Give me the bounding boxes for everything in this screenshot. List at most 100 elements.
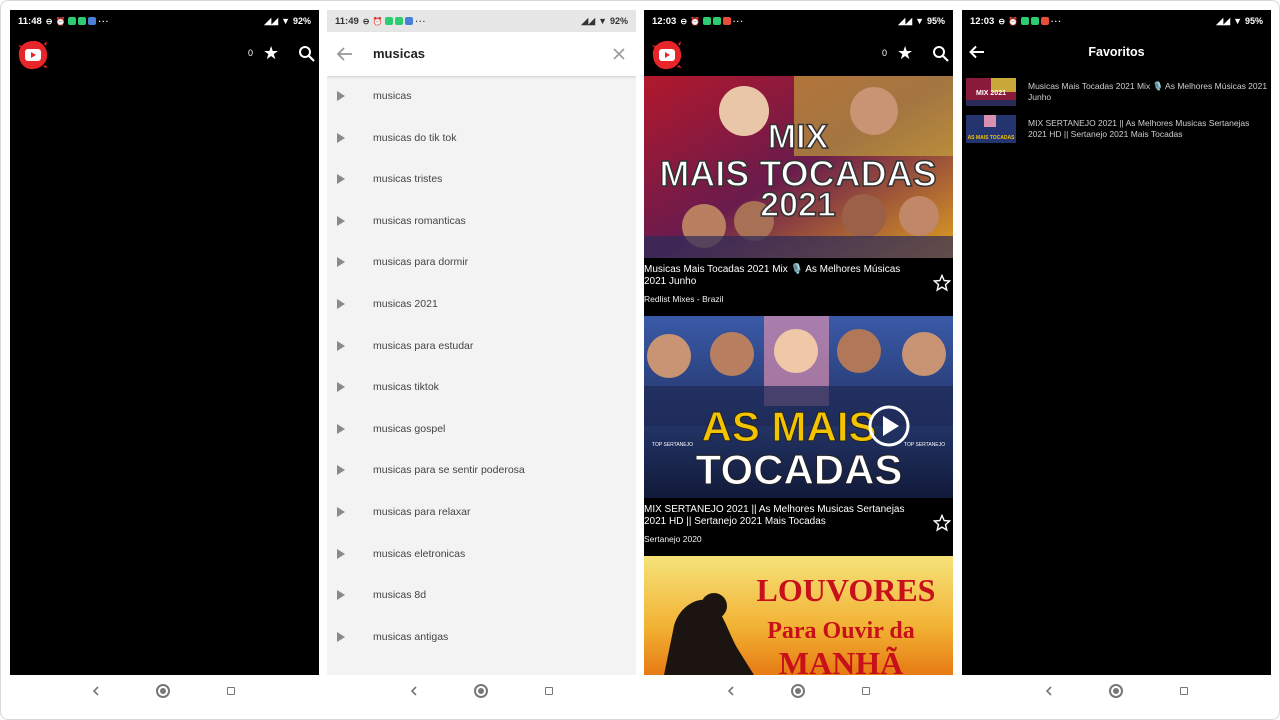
app-notification-icon bbox=[405, 17, 414, 25]
app-logo-icon[interactable] bbox=[16, 38, 50, 72]
suggestion-label: musicas 8d bbox=[373, 589, 427, 602]
video-card[interactable]: LOUVORES Para Ouvir da MANHÃ bbox=[644, 556, 953, 675]
phone-search-suggestions: 11:49 ⊖ ⏰ ··· ◢◢ ▼ 92% musicas musicas mu… bbox=[327, 10, 636, 675]
whatsapp-icon bbox=[68, 17, 77, 25]
more-icon: ··· bbox=[1050, 16, 1062, 26]
favorite-thumbnail[interactable]: AS MAIS TOCADAS bbox=[966, 115, 1016, 143]
system-nav-bar bbox=[644, 675, 953, 708]
suggestion-item[interactable]: musicas do tik tok bbox=[327, 118, 636, 160]
search-input[interactable]: musicas bbox=[373, 46, 425, 61]
thumb-text: AS MAIS TOCADAS bbox=[968, 135, 1016, 141]
suggestion-item[interactable]: musicas 2021 bbox=[327, 284, 636, 326]
thumb-side-text: TOP SERTANEJO bbox=[904, 442, 945, 448]
search-icon[interactable] bbox=[932, 45, 950, 63]
suggestion-item[interactable]: musicas para estudar bbox=[327, 326, 636, 368]
favorites-count: 0 bbox=[248, 48, 254, 58]
status-time: 11:48 bbox=[18, 15, 42, 27]
phone-app-icon bbox=[395, 17, 404, 25]
thumb-side-text: TOP SERTANEJO bbox=[652, 442, 693, 448]
video-card[interactable]: AS MAIS TOCADAS TOP SERTANEJO TOP SERTAN… bbox=[644, 316, 953, 556]
suggestion-item[interactable]: musicas antigas bbox=[327, 617, 636, 659]
suggestion-item[interactable]: musicas para dormir bbox=[327, 242, 636, 284]
nav-home-icon[interactable] bbox=[474, 684, 488, 698]
favorite-item[interactable]: MIX 2021 Musicas Mais Tocadas 2021 Mix 🎙… bbox=[966, 78, 1268, 108]
thumb-text-line: TOCADAS bbox=[696, 446, 903, 493]
suggestion-item[interactable]: musicas 8d bbox=[327, 575, 636, 617]
alarm-icon: ⏰ bbox=[1008, 16, 1019, 26]
video-thumbnail[interactable]: MIX MAIS TOCADAS 2021 bbox=[644, 76, 953, 258]
signal-icon: ◢◢ bbox=[898, 15, 913, 26]
favorite-star-icon[interactable] bbox=[933, 514, 951, 532]
suggestion-item[interactable]: musicas para se sentir poderosa bbox=[327, 450, 636, 492]
video-title[interactable]: MIX SERTANEJO 2021 || As Melhores Musica… bbox=[644, 504, 924, 528]
suggestion-label: musicas 2021 bbox=[373, 298, 438, 310]
wifi-icon: ▼ bbox=[1233, 16, 1242, 26]
video-thumbnail[interactable]: AS MAIS TOCADAS TOP SERTANEJO TOP SERTAN… bbox=[644, 316, 953, 498]
wifi-icon: ▼ bbox=[598, 16, 607, 26]
nav-home-icon[interactable] bbox=[1109, 684, 1123, 698]
dnd-icon: ⊖ bbox=[362, 16, 371, 26]
nav-home-icon[interactable] bbox=[791, 684, 805, 698]
app-logo-icon[interactable] bbox=[650, 38, 684, 72]
status-bar: 11:49 ⊖ ⏰ ··· ◢◢ ▼ 92% bbox=[327, 10, 636, 32]
suggestion-item[interactable]: musicas bbox=[327, 76, 636, 118]
suggestion-label: musicas para relaxar bbox=[373, 506, 471, 518]
nav-back-icon[interactable] bbox=[408, 685, 420, 697]
clear-search-icon[interactable] bbox=[610, 45, 628, 63]
video-card[interactable]: MIX MAIS TOCADAS 2021 Musicas Mais Tocad… bbox=[644, 76, 953, 316]
wifi-icon: ▼ bbox=[281, 16, 290, 26]
play-arrow-icon bbox=[337, 132, 345, 143]
play-arrow-icon bbox=[337, 382, 345, 393]
nav-back-icon[interactable] bbox=[725, 685, 737, 697]
favorite-star-icon[interactable] bbox=[933, 274, 951, 292]
whatsapp-icon bbox=[1020, 17, 1029, 25]
video-title[interactable]: Musicas Mais Tocadas 2021 Mix 🎙️ As Melh… bbox=[644, 264, 924, 288]
nav-recents-icon[interactable] bbox=[545, 687, 553, 695]
phone-app-icon bbox=[1030, 17, 1039, 25]
suggestion-label: musicas tiktok bbox=[373, 381, 439, 394]
favorite-title[interactable]: MIX SERTANEJO 2021 || As Melhores Musica… bbox=[1028, 118, 1268, 139]
battery-text: 92% bbox=[292, 16, 311, 26]
favorite-item[interactable]: AS MAIS TOCADAS MIX SERTANEJO 2021 || As… bbox=[966, 115, 1266, 145]
wifi-icon: ▼ bbox=[915, 16, 924, 26]
video-channel: Sertanejo 2020 bbox=[644, 534, 702, 544]
back-arrow-icon[interactable] bbox=[335, 44, 355, 64]
nav-recents-icon[interactable] bbox=[862, 687, 870, 695]
play-arrow-icon bbox=[337, 631, 345, 642]
play-arrow-icon bbox=[337, 215, 345, 226]
nav-back-icon[interactable] bbox=[90, 685, 102, 697]
suggestion-item[interactable]: musicas para relaxar bbox=[327, 492, 636, 534]
video-thumbnail[interactable]: LOUVORES Para Ouvir da MANHÃ bbox=[644, 556, 953, 675]
notification-icons: ⊖ ⏰ ··· bbox=[998, 17, 1062, 26]
notification-icons: ⊖ ⏰ ··· bbox=[680, 17, 744, 26]
suggestion-item[interactable]: musicas eletronicas bbox=[327, 534, 636, 576]
favorites-star-icon[interactable]: ★ bbox=[263, 44, 279, 62]
suggestion-item[interactable]: musicas gospel bbox=[327, 409, 636, 451]
thumb-text: MIX 2021 bbox=[976, 90, 1006, 97]
suggestion-label: musicas para se sentir poderosa bbox=[373, 464, 525, 477]
suggestion-item[interactable]: musicas tiktok bbox=[327, 367, 636, 409]
search-icon[interactable] bbox=[298, 45, 316, 63]
battery-text: 95% bbox=[1244, 16, 1263, 26]
favorites-star-icon[interactable]: ★ bbox=[897, 44, 913, 62]
alarm-icon: ⏰ bbox=[690, 16, 701, 26]
favorite-thumbnail[interactable]: MIX 2021 bbox=[966, 78, 1016, 106]
suggestion-label: musicas gospel bbox=[373, 422, 446, 435]
nav-home-icon[interactable] bbox=[156, 684, 170, 698]
suggestion-item[interactable]: musicas romanticas bbox=[327, 201, 636, 243]
suggestion-label: musicas antigas bbox=[373, 630, 449, 643]
whatsapp-icon bbox=[702, 17, 711, 25]
notification-icons: ⊖ ⏰ ··· bbox=[46, 17, 110, 26]
suggestion-item[interactable]: musicas tristes bbox=[327, 159, 636, 201]
play-arrow-icon bbox=[337, 340, 345, 351]
nav-recents-icon[interactable] bbox=[227, 687, 235, 695]
thumb-text-line: LOUVORES bbox=[757, 572, 936, 608]
suggestion-label: musicas do tik tok bbox=[373, 131, 457, 144]
play-arrow-icon bbox=[337, 257, 345, 268]
favorite-title[interactable]: Musicas Mais Tocadas 2021 Mix 🎙️ As Melh… bbox=[1028, 81, 1268, 102]
nav-back-icon[interactable] bbox=[1043, 685, 1055, 697]
suggestion-label: musicas para dormir bbox=[373, 256, 469, 269]
phone-app-icon bbox=[78, 17, 87, 25]
nav-recents-icon[interactable] bbox=[1180, 687, 1188, 695]
play-arrow-icon bbox=[337, 590, 345, 601]
